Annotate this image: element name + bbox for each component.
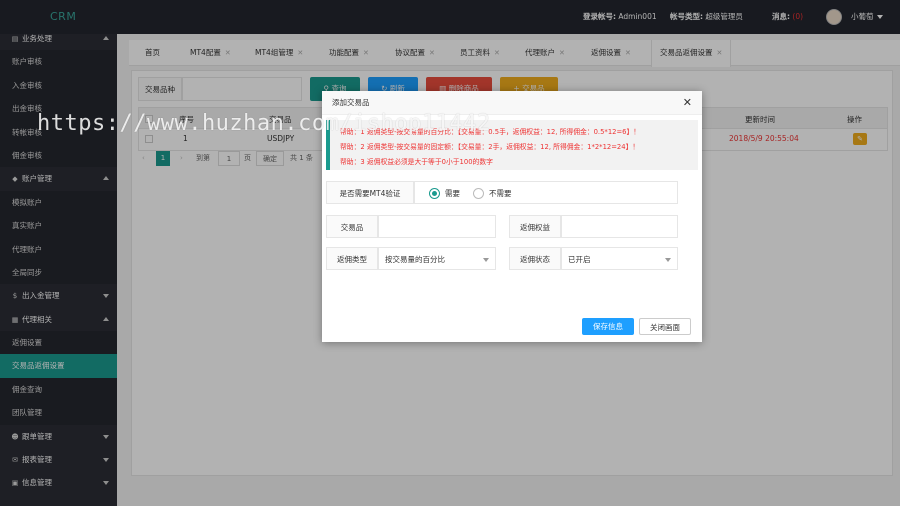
radio-no-label[interactable]: 不需要 (489, 182, 512, 205)
symbol-label: 交易品 (326, 215, 378, 238)
help-line: 帮助：3 返佣权益必须是大于等于0小于100的数字 (340, 158, 493, 166)
rebate-type-label: 返佣类型 (326, 247, 378, 270)
rebate-status-value: 已开启 (568, 255, 591, 264)
radio-yes[interactable] (429, 188, 440, 199)
rebate-type-select[interactable]: 按交易量的百分比 (378, 247, 496, 270)
rebate-label: 返佣权益 (509, 215, 561, 238)
rebate-type-value: 按交易量的百分比 (385, 255, 445, 264)
rebate-status-select[interactable]: 已开启 (561, 247, 678, 270)
chevron-down-icon (483, 258, 489, 262)
chevron-down-icon (665, 258, 671, 262)
mt4-verify-label: 是否需要MT4验证 (326, 181, 414, 204)
close-icon[interactable]: ✕ (683, 91, 692, 115)
mt4-verify-group: 需要 不需要 (414, 181, 678, 204)
help-line: 帮助：2 返佣类型-按交易量的固定额：【交易量：2手，返佣权益：12, 所得佣金… (340, 143, 640, 151)
symbol-input[interactable] (378, 215, 496, 238)
rebate-status-label: 返佣状态 (509, 247, 561, 270)
rebate-input[interactable] (561, 215, 678, 238)
radio-no[interactable] (473, 188, 484, 199)
radio-yes-label[interactable]: 需要 (445, 182, 460, 205)
watermark: https://www.huzhan.com/ishop11442 (37, 111, 491, 136)
close-dialog-button[interactable]: 关闭画面 (639, 318, 691, 335)
save-button[interactable]: 保存信息 (582, 318, 634, 335)
